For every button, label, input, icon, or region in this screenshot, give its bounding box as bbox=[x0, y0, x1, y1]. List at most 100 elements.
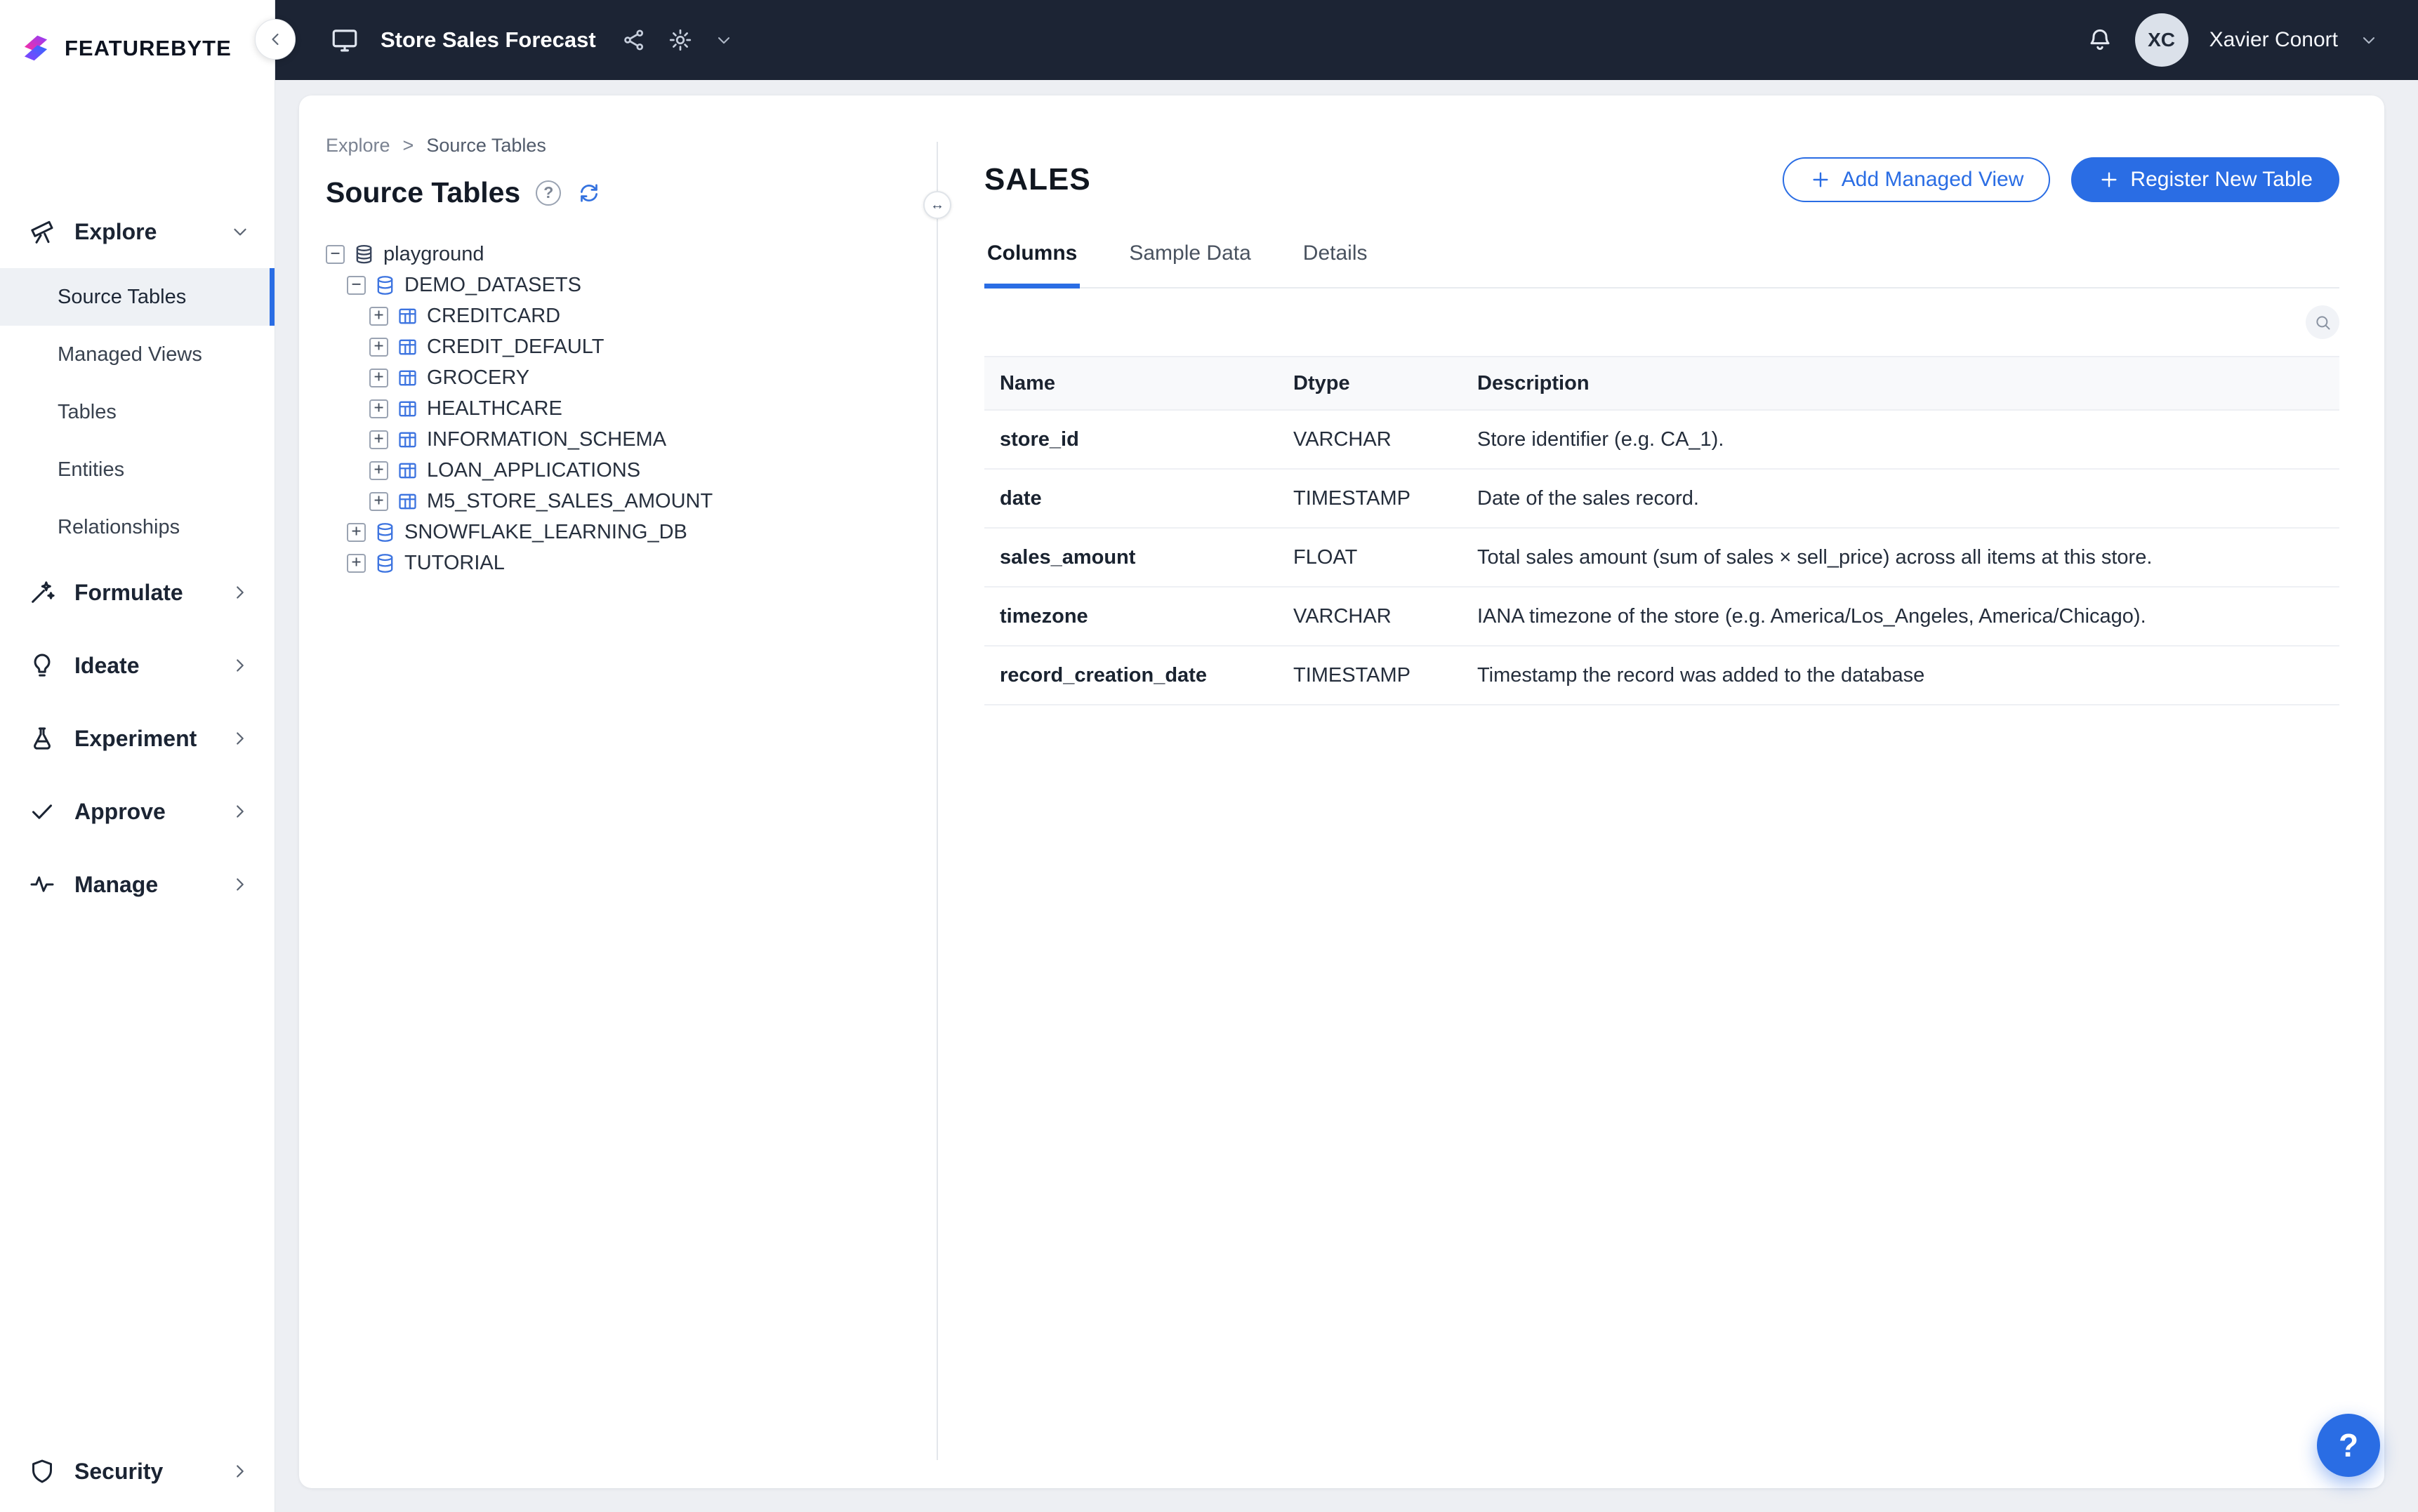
tree-expand-icon[interactable]: + bbox=[369, 368, 388, 387]
tree-expand-icon[interactable]: + bbox=[369, 337, 388, 357]
sidebar-item-label: Managed Views bbox=[58, 343, 202, 366]
button-label: Register New Table bbox=[2130, 168, 2313, 191]
tree-node-label: LOAN_APPLICATIONS bbox=[427, 458, 641, 482]
sidebar-item-formulate[interactable]: Formulate bbox=[0, 556, 275, 629]
help-fab-button[interactable]: ? bbox=[2317, 1414, 2380, 1477]
detail-tabs: Columns Sample Data Details bbox=[984, 234, 2339, 289]
tree-node-information-schema[interactable]: + INFORMATION_SCHEMA bbox=[326, 424, 916, 455]
tree-collapse-icon[interactable]: − bbox=[347, 275, 366, 295]
sidebar-item-label: Security bbox=[74, 1458, 164, 1484]
tree-expand-icon[interactable]: + bbox=[347, 553, 366, 573]
tree-collapse-icon[interactable]: − bbox=[326, 244, 345, 264]
search-button[interactable] bbox=[2306, 305, 2339, 339]
tree-node-m5-store-sales-amount[interactable]: + M5_STORE_SALES_AMOUNT bbox=[326, 486, 916, 517]
resize-handle[interactable]: ↔ bbox=[923, 191, 951, 219]
sidebar-collapse-button[interactable] bbox=[255, 19, 296, 60]
tree-node-tutorial[interactable]: + TUTORIAL bbox=[326, 548, 916, 578]
shield-icon bbox=[28, 1457, 56, 1485]
tab-columns[interactable]: Columns bbox=[984, 234, 1081, 289]
tree-expand-icon[interactable]: + bbox=[369, 491, 388, 511]
tab-details[interactable]: Details bbox=[1300, 234, 1370, 287]
cell-name: sales_amount bbox=[1000, 545, 1136, 569]
button-label: Add Managed View bbox=[1841, 168, 2024, 191]
table-icon bbox=[397, 305, 418, 327]
sidebar-item-ideate[interactable]: Ideate bbox=[0, 629, 275, 702]
tree-expand-icon[interactable]: + bbox=[369, 460, 388, 480]
tree-node-snowflake-learning-db[interactable]: + SNOWFLAKE_LEARNING_DB bbox=[326, 517, 916, 548]
add-managed-view-button[interactable]: Add Managed View bbox=[1782, 157, 2051, 202]
cell-description: IANA timezone of the store (e.g. America… bbox=[1477, 604, 2146, 628]
tree-expand-icon[interactable]: + bbox=[369, 306, 388, 326]
source-tables-tree: − playground − DEMO_DATASETS + CREDITCAR… bbox=[326, 239, 916, 578]
sidebar-item-relationships[interactable]: Relationships bbox=[0, 498, 275, 556]
user-name: Xavier Conort bbox=[2209, 28, 2338, 51]
tree-node-label: M5_STORE_SALES_AMOUNT bbox=[427, 489, 713, 512]
experiment-icon bbox=[28, 724, 56, 752]
table-row: date TIMESTAMP Date of the sales record. bbox=[984, 470, 2339, 529]
breadcrumb-explore[interactable]: Explore bbox=[326, 135, 390, 157]
tree-expand-icon[interactable]: + bbox=[369, 399, 388, 418]
brand-name: FEATUREBYTE bbox=[65, 36, 232, 61]
tree-node-loan-applications[interactable]: + LOAN_APPLICATIONS bbox=[326, 455, 916, 486]
breadcrumb: Explore > Source Tables bbox=[326, 135, 916, 157]
database-icon bbox=[374, 522, 396, 543]
tree-node-credit-default[interactable]: + CREDIT_DEFAULT bbox=[326, 331, 916, 362]
chevron-down-icon[interactable] bbox=[714, 30, 734, 50]
cell-description: Date of the sales record. bbox=[1477, 486, 1699, 510]
sidebar-item-explore[interactable]: Explore bbox=[0, 195, 275, 268]
notifications-bell-icon[interactable] bbox=[2086, 26, 2114, 54]
tab-sample-data[interactable]: Sample Data bbox=[1126, 234, 1253, 287]
sidebar-item-entities[interactable]: Entities bbox=[0, 441, 275, 498]
tree-node-label: HEALTHCARE bbox=[427, 397, 562, 420]
register-new-table-button[interactable]: Register New Table bbox=[2071, 157, 2339, 202]
table-header-row: Name Dtype Description bbox=[984, 356, 2339, 411]
sidebar-item-label: Ideate bbox=[74, 652, 140, 678]
tree-node-label: GROCERY bbox=[427, 366, 530, 389]
share-icon[interactable] bbox=[621, 27, 647, 53]
tree-node-creditcard[interactable]: + CREDITCARD bbox=[326, 300, 916, 331]
refresh-icon[interactable] bbox=[576, 180, 602, 206]
chevron-down-icon bbox=[230, 221, 251, 242]
avatar[interactable]: XC bbox=[2134, 13, 2188, 67]
tree-node-playground[interactable]: − playground bbox=[326, 239, 916, 270]
table-icon bbox=[397, 367, 418, 389]
formulate-icon bbox=[28, 578, 56, 606]
sidebar-item-security[interactable]: Security bbox=[0, 1435, 275, 1508]
database-icon bbox=[374, 274, 396, 296]
chevron-right-icon bbox=[230, 582, 251, 603]
columns-table: Name Dtype Description store_id VARCHAR … bbox=[984, 356, 2339, 705]
sidebar-item-source-tables[interactable]: Source Tables bbox=[0, 268, 275, 326]
tree-node-grocery[interactable]: + GROCERY bbox=[326, 362, 916, 393]
sidebar-item-manage[interactable]: Manage bbox=[0, 848, 275, 921]
help-icon[interactable]: ? bbox=[536, 180, 562, 206]
project-switcher[interactable]: Store Sales Forecast bbox=[330, 25, 734, 55]
tree-node-label: DEMO_DATASETS bbox=[404, 273, 581, 296]
gear-icon[interactable] bbox=[668, 27, 693, 53]
sidebar-item-approve[interactable]: Approve bbox=[0, 775, 275, 848]
chevron-right-icon bbox=[230, 874, 251, 895]
cell-description: Total sales amount (sum of sales × sell_… bbox=[1477, 545, 2153, 569]
table-row: timezone VARCHAR IANA timezone of the st… bbox=[984, 588, 2339, 646]
table-title: SALES bbox=[984, 162, 1091, 197]
user-menu-chevron-icon[interactable] bbox=[2359, 30, 2379, 50]
tree-node-healthcare[interactable]: + HEALTHCARE bbox=[326, 393, 916, 424]
sidebar-item-experiment[interactable]: Experiment bbox=[0, 702, 275, 775]
tree-expand-icon[interactable]: + bbox=[369, 430, 388, 449]
content-card: Explore > Source Tables Source Tables ? … bbox=[299, 95, 2384, 1488]
sidebar-item-tables[interactable]: Tables bbox=[0, 383, 275, 441]
explore-icon bbox=[28, 218, 56, 246]
tree-expand-icon[interactable]: + bbox=[347, 522, 366, 542]
chevron-right-icon bbox=[230, 655, 251, 676]
chevron-right-icon bbox=[230, 1461, 251, 1482]
breadcrumb-separator: > bbox=[402, 135, 414, 156]
tree-node-demo-datasets[interactable]: − DEMO_DATASETS bbox=[326, 270, 916, 300]
brand-name-bold: FEATURE bbox=[65, 36, 171, 60]
brand-logo: FEATUREBYTE bbox=[0, 0, 275, 77]
sidebar-bottom: Security bbox=[0, 1435, 275, 1512]
approve-icon bbox=[28, 797, 56, 825]
chevron-right-icon bbox=[230, 801, 251, 822]
tree-node-label: SNOWFLAKE_LEARNING_DB bbox=[404, 520, 687, 543]
sidebar-item-managed-views[interactable]: Managed Views bbox=[0, 326, 275, 383]
tree-node-label: playground bbox=[383, 242, 484, 265]
table-icon bbox=[397, 398, 418, 420]
